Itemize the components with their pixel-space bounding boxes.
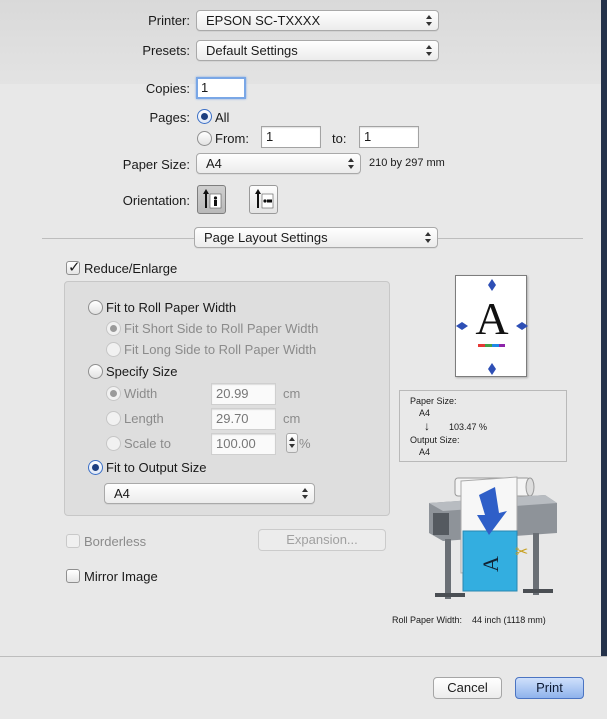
window-edge bbox=[601, 0, 607, 719]
preview-letter: A bbox=[475, 293, 509, 344]
expansion-button[interactable]: Expansion... bbox=[258, 529, 386, 551]
mirror-image-label: Mirror Image bbox=[84, 569, 158, 584]
printer-popup[interactable]: EPSON SC-TXXXX bbox=[196, 10, 439, 31]
paper-size-label: Paper Size: bbox=[122, 157, 190, 172]
landscape-orientation-icon bbox=[255, 189, 274, 209]
printer-value: EPSON SC-TXXXX bbox=[206, 13, 321, 28]
fit-roll-label: Fit to Roll Paper Width bbox=[106, 300, 237, 315]
scale-field[interactable]: 100.00 bbox=[211, 433, 276, 455]
copies-field[interactable]: 1 bbox=[196, 77, 246, 99]
presets-label: Presets: bbox=[142, 43, 190, 58]
svg-text:✂: ✂ bbox=[515, 544, 528, 561]
down-arrow-icon: ↓ bbox=[424, 419, 430, 433]
output-size-popup[interactable]: A4 bbox=[104, 483, 315, 504]
fit-long-side-radio[interactable] bbox=[106, 342, 121, 357]
scale-stepper[interactable] bbox=[286, 433, 298, 453]
scale-to-label: Scale to bbox=[124, 436, 171, 451]
mirror-image-checkbox[interactable] bbox=[66, 569, 80, 583]
width-unit: cm bbox=[283, 386, 301, 401]
reduce-enlarge-checkbox[interactable]: ✓ bbox=[66, 259, 81, 276]
print-button[interactable]: Print bbox=[515, 677, 584, 699]
stepper-arrows-icon bbox=[289, 436, 296, 449]
printer-label: Printer: bbox=[148, 13, 190, 28]
presets-value: Default Settings bbox=[206, 43, 298, 58]
size-info-box: Paper Size: A4 ↓ 103.47 % Output Size: A… bbox=[399, 390, 567, 462]
info-output-size-value: A4 bbox=[419, 447, 431, 457]
length-field[interactable]: 29.70 bbox=[211, 408, 276, 430]
pages-all-label: All bbox=[215, 110, 230, 125]
presets-popup[interactable]: Default Settings bbox=[196, 40, 439, 61]
pages-to-field[interactable]: 1 bbox=[359, 126, 419, 148]
portrait-orientation-button[interactable] bbox=[197, 185, 226, 214]
specify-size-label: Specify Size bbox=[106, 364, 178, 379]
info-output-size-label: Output Size: bbox=[410, 435, 460, 445]
info-paper-size-value: A4 bbox=[419, 408, 431, 418]
length-unit: cm bbox=[283, 411, 301, 426]
updown-arrows-icon bbox=[425, 231, 432, 244]
page-preview: A bbox=[455, 275, 528, 377]
roll-width-label: Roll Paper Width: bbox=[392, 615, 463, 625]
updown-arrows-icon bbox=[426, 44, 433, 57]
pages-to-label: to: bbox=[332, 131, 347, 146]
length-radio[interactable] bbox=[106, 411, 121, 426]
fit-long-side-label: Fit Long Side to Roll Paper Width bbox=[124, 342, 317, 357]
pages-all-radio[interactable] bbox=[197, 109, 212, 124]
pages-label: Pages: bbox=[149, 110, 190, 125]
scale-to-radio[interactable] bbox=[106, 436, 121, 451]
orientation-label: Orientation: bbox=[122, 193, 190, 208]
roll-width-value: 44 inch (1118 mm) bbox=[472, 615, 546, 625]
updown-arrows-icon bbox=[426, 14, 433, 27]
borderless-checkbox[interactable] bbox=[66, 534, 80, 548]
info-scale-value: 103.47 % bbox=[449, 422, 488, 432]
paper-size-value: A4 bbox=[206, 156, 222, 171]
fit-short-side-radio[interactable] bbox=[106, 321, 121, 336]
pages-from-label: From: bbox=[215, 131, 249, 146]
borderless-label: Borderless bbox=[84, 534, 147, 549]
pages-from-field[interactable]: 1 bbox=[261, 126, 321, 148]
cancel-button[interactable]: Cancel bbox=[433, 677, 502, 699]
landscape-orientation-button[interactable] bbox=[249, 185, 278, 214]
info-paper-size-label: Paper Size: bbox=[410, 396, 457, 406]
svg-text:A: A bbox=[478, 556, 503, 572]
length-label: Length bbox=[124, 411, 164, 426]
copies-label: Copies: bbox=[145, 81, 190, 96]
specify-size-radio[interactable] bbox=[88, 364, 103, 379]
panel-popup[interactable]: Page Layout Settings bbox=[194, 227, 438, 248]
reduce-enlarge-label: Reduce/Enlarge bbox=[84, 261, 178, 276]
panel-value: Page Layout Settings bbox=[204, 230, 328, 245]
pages-from-radio[interactable] bbox=[197, 131, 212, 146]
output-size-value: A4 bbox=[114, 486, 130, 501]
paper-size-dimensions: 210 by 297 mm bbox=[369, 157, 445, 169]
checkmark-icon: ✓ bbox=[68, 259, 81, 276]
width-field[interactable]: 20.99 bbox=[211, 383, 276, 405]
printer-illustration: A ✂ bbox=[429, 476, 557, 599]
scale-unit: % bbox=[299, 436, 311, 451]
width-label: Width bbox=[124, 386, 158, 401]
fit-roll-radio[interactable] bbox=[88, 300, 103, 315]
fit-short-side-label: Fit Short Side to Roll Paper Width bbox=[124, 321, 319, 336]
fit-output-radio[interactable] bbox=[88, 460, 103, 475]
updown-arrows-icon bbox=[302, 487, 309, 500]
width-radio[interactable] bbox=[106, 386, 121, 401]
portrait-orientation-icon bbox=[203, 189, 222, 209]
fit-output-label: Fit to Output Size bbox=[106, 460, 207, 475]
paper-size-popup[interactable]: A4 bbox=[196, 153, 361, 174]
updown-arrows-icon bbox=[348, 157, 355, 170]
